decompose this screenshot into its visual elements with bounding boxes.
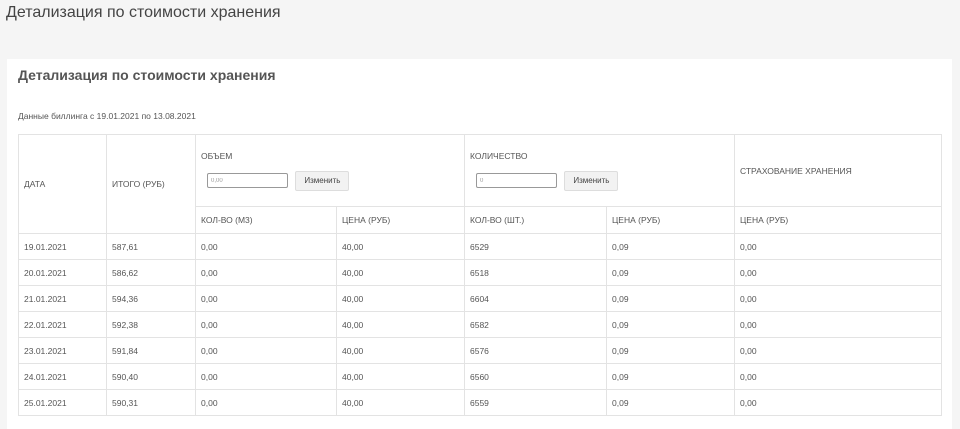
header-volume-qty: КОЛ-ВО (М3): [195, 206, 337, 234]
cell-quantity-qty: 6518: [464, 259, 607, 286]
cell-quantity-qty: 6559: [464, 389, 607, 416]
cell-quantity-qty: 6560: [464, 363, 607, 390]
cell-volume-qty: 0,00: [195, 363, 337, 390]
quantity-group-label: КОЛИЧЕСТВО: [470, 150, 528, 161]
cell-volume-qty: 0,00: [195, 311, 337, 338]
table-row: 19.01.2021 587,61 0,00 40,00 6529 0,09 0…: [18, 233, 942, 260]
cell-insurance-price: 0,00: [734, 311, 942, 338]
cell-date[interactable]: 24.01.2021: [18, 363, 107, 390]
cell-date[interactable]: 21.01.2021: [18, 285, 107, 312]
page-title: Детализация по стоимости хранения: [6, 4, 281, 21]
cell-quantity-qty: 6576: [464, 337, 607, 364]
billing-period: Данные биллинга с 19.01.2021 по 13.08.20…: [18, 111, 196, 121]
cell-date[interactable]: 20.01.2021: [18, 259, 107, 286]
cell-total: 594,36: [106, 285, 196, 312]
header-insurance: СТРАХОВАНИЕ ХРАНЕНИЯ: [734, 134, 942, 207]
storage-cost-card: Детализация по стоимости хранения Данные…: [7, 59, 952, 429]
cell-date[interactable]: 25.01.2021: [18, 389, 107, 416]
cell-volume-price: 40,00: [336, 363, 465, 390]
cell-insurance-price: 0,00: [734, 285, 942, 312]
cell-total: 586,62: [106, 259, 196, 286]
cell-quantity-qty: 6529: [464, 233, 607, 260]
cell-quantity-price: 0,09: [606, 233, 735, 260]
cell-insurance-price: 0,00: [734, 259, 942, 286]
quantity-input[interactable]: [476, 173, 557, 188]
cell-date[interactable]: 19.01.2021: [18, 233, 107, 260]
cell-quantity-qty: 6604: [464, 285, 607, 312]
quantity-change-button[interactable]: Изменить: [564, 170, 619, 191]
table-row: 25.01.2021 590,31 0,00 40,00 6559 0,09 0…: [18, 389, 942, 416]
cell-quantity-price: 0,09: [606, 363, 735, 390]
table-row: 24.01.2021 590,40 0,00 40,00 6560 0,09 0…: [18, 363, 942, 390]
cell-volume-qty: 0,00: [195, 285, 337, 312]
cell-insurance-price: 0,00: [734, 389, 942, 416]
table-row: 21.01.2021 594,36 0,00 40,00 6604 0,09 0…: [18, 285, 942, 312]
volume-group-label: ОБЪЕМ: [201, 150, 233, 161]
cell-quantity-qty: 6582: [464, 311, 607, 338]
cell-quantity-price: 0,09: [606, 311, 735, 338]
cell-total: 590,40: [106, 363, 196, 390]
header-insurance-price: ЦЕНА (РУБ): [734, 206, 942, 234]
header-volume-price: ЦЕНА (РУБ): [336, 206, 465, 234]
cell-total: 590,31: [106, 389, 196, 416]
cell-volume-price: 40,00: [336, 337, 465, 364]
card-title: Детализация по стоимости хранения: [18, 67, 276, 83]
cell-quantity-price: 0,09: [606, 389, 735, 416]
cell-quantity-price: 0,09: [606, 259, 735, 286]
volume-change-button[interactable]: Изменить: [295, 170, 350, 191]
table-row: 23.01.2021 591,84 0,00 40,00 6576 0,09 0…: [18, 337, 942, 364]
cell-insurance-price: 0,00: [734, 363, 942, 390]
cell-volume-qty: 0,00: [195, 337, 337, 364]
cell-quantity-price: 0,09: [606, 337, 735, 364]
cell-insurance-price: 0,00: [734, 337, 942, 364]
volume-input[interactable]: [207, 173, 288, 188]
cell-volume-qty: 0,00: [195, 233, 337, 260]
cell-total: 591,84: [106, 337, 196, 364]
header-quantity-group: КОЛИЧЕСТВО Изменить: [464, 134, 735, 207]
cell-quantity-price: 0,09: [606, 285, 735, 312]
storage-cost-table: ДАТА ИТОГО (РУБ) ОБЪЕМ Изменить КОЛИЧЕСТ…: [18, 134, 942, 416]
cell-volume-price: 40,00: [336, 233, 465, 260]
header-quantity-price: ЦЕНА (РУБ): [606, 206, 735, 234]
header-quantity-qty: КОЛ-ВО (ШТ.): [464, 206, 607, 234]
header-volume-group: ОБЪЕМ Изменить: [195, 134, 465, 207]
cell-volume-qty: 0,00: [195, 259, 337, 286]
table-row: 22.01.2021 592,38 0,00 40,00 6582 0,09 0…: [18, 311, 942, 338]
cell-date[interactable]: 23.01.2021: [18, 337, 107, 364]
cell-total: 592,38: [106, 311, 196, 338]
cell-date[interactable]: 22.01.2021: [18, 311, 107, 338]
cell-volume-price: 40,00: [336, 259, 465, 286]
header-date: ДАТА: [18, 134, 107, 234]
cell-volume-qty: 0,00: [195, 389, 337, 416]
cell-volume-price: 40,00: [336, 389, 465, 416]
cell-volume-price: 40,00: [336, 285, 465, 312]
table-row: 20.01.2021 586,62 0,00 40,00 6518 0,09 0…: [18, 259, 942, 286]
cell-insurance-price: 0,00: [734, 233, 942, 260]
cell-volume-price: 40,00: [336, 311, 465, 338]
header-total: ИТОГО (РУБ): [106, 134, 196, 234]
cell-total: 587,61: [106, 233, 196, 260]
